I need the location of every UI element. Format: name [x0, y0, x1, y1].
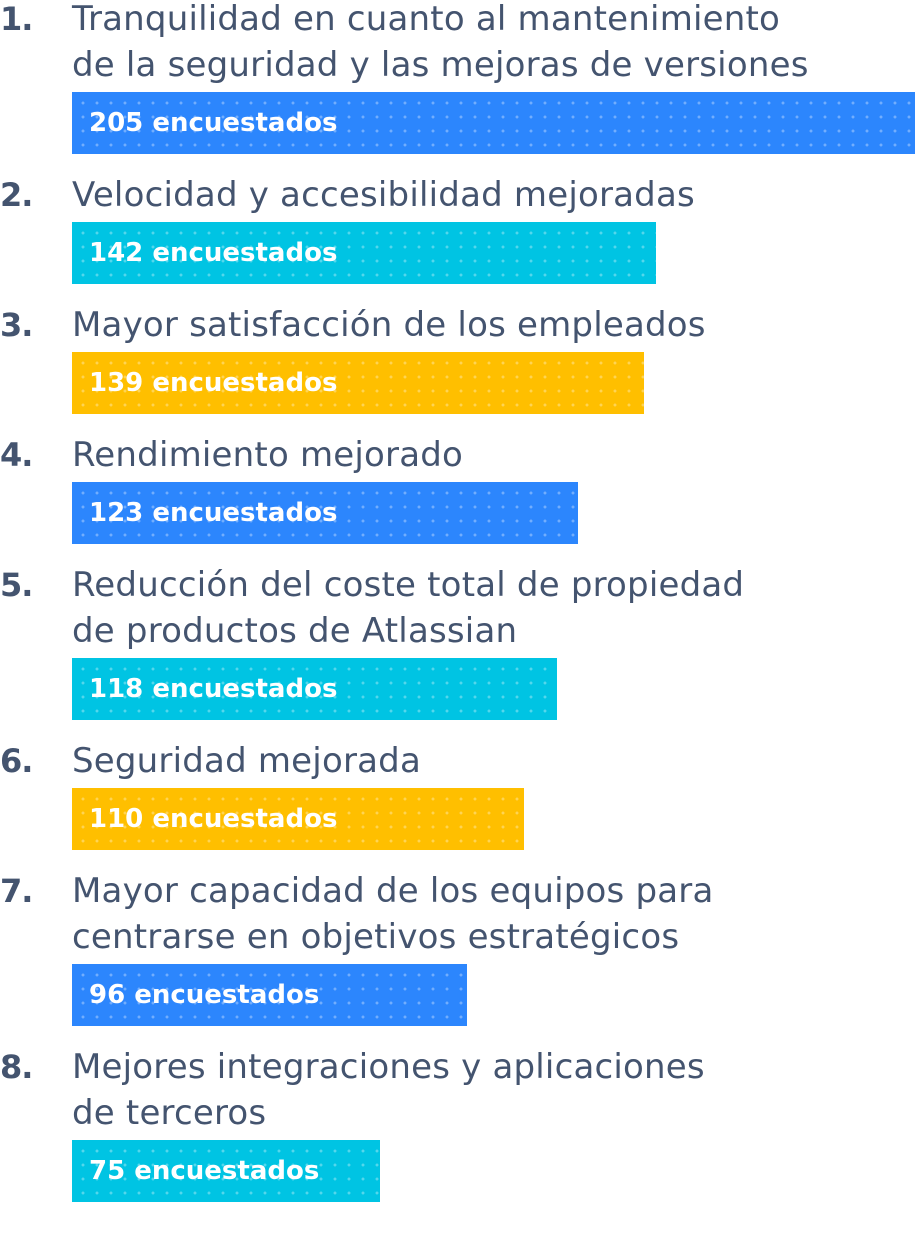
item-label-7: Mayor capacidad de los equipos para centr… [72, 868, 912, 960]
bar-value-label: 118 encuestados [89, 674, 338, 704]
bar-6: 110 encuestados [72, 788, 524, 850]
rank-number-6: 6. [0, 742, 33, 780]
bar-value-label: 142 encuestados [89, 238, 338, 268]
bar-4: 123 encuestados [72, 482, 578, 544]
item-label-line: Velocidad y accesibilidad mejoradas [72, 175, 695, 215]
bar-5: 118 encuestados [72, 658, 557, 720]
bar-value-label: 110 encuestados [89, 804, 338, 834]
item-label-line: de terceros [72, 1093, 267, 1133]
rank-number-4: 4. [0, 436, 33, 474]
item-label-line: Mayor capacidad de los equipos para [72, 871, 714, 911]
bar-3: 139 encuestados [72, 352, 644, 414]
rank-number-8: 8. [0, 1048, 33, 1086]
rank-number-3: 3. [0, 306, 33, 344]
item-label-line: de la seguridad y las mejoras de version… [72, 45, 809, 85]
item-label-4: Rendimiento mejorado [72, 432, 912, 478]
rank-number-5: 5. [0, 566, 33, 604]
bar-7: 96 encuestados [72, 964, 467, 1026]
item-label-line: centrarse en objetivos estratégicos [72, 917, 680, 957]
item-label-line: Mejores integraciones y aplicaciones [72, 1047, 705, 1087]
bar-1: 205 encuestados [72, 92, 915, 154]
item-label-line: de productos de Atlassian [72, 611, 518, 651]
ranked-bar-chart: 1. Tranquilidad en cuanto al mantenimient… [0, 0, 915, 1260]
bar-value-label: 96 encuestados [89, 980, 320, 1010]
item-label-1: Tranquilidad en cuanto al mantenimiento d… [72, 0, 912, 88]
item-label-line: Rendimiento mejorado [72, 435, 464, 475]
item-label-line: Seguridad mejorada [72, 741, 421, 781]
bar-8: 75 encuestados [72, 1140, 380, 1202]
rank-number-7: 7. [0, 872, 33, 910]
bar-value-label: 75 encuestados [89, 1156, 320, 1186]
item-label-5: Reducción del coste total de propiedad de… [72, 562, 912, 654]
item-label-2: Velocidad y accesibilidad mejoradas [72, 172, 912, 218]
bar-value-label: 123 encuestados [89, 498, 338, 528]
item-label-8: Mejores integraciones y aplicaciones de t… [72, 1044, 912, 1136]
rank-number-1: 1. [0, 0, 33, 38]
item-label-line: Tranquilidad en cuanto al mantenimiento [72, 0, 781, 39]
item-label-6: Seguridad mejorada [72, 738, 912, 784]
item-label-line: Mayor satisfacción de los empleados [72, 305, 706, 345]
bar-value-label: 139 encuestados [89, 368, 338, 398]
bar-2: 142 encuestados [72, 222, 656, 284]
rank-number-2: 2. [0, 176, 33, 214]
item-label-line: Reducción del coste total de propiedad [72, 565, 745, 605]
item-label-3: Mayor satisfacción de los empleados [72, 302, 912, 348]
bar-value-label: 205 encuestados [89, 108, 338, 138]
